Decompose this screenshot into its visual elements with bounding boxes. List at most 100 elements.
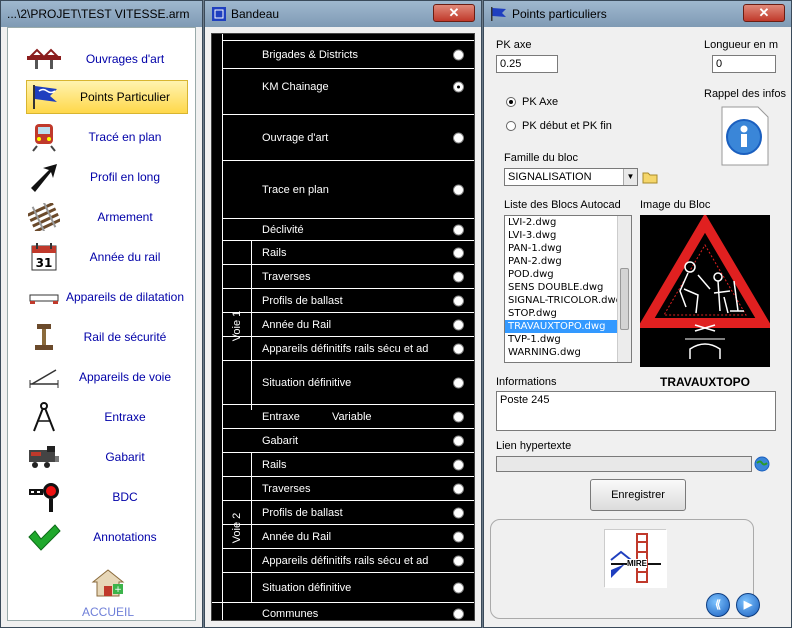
next-button[interactable]: ▶ (736, 593, 760, 617)
info-button[interactable] (720, 105, 770, 167)
list-item[interactable]: WARNING.dwg (505, 346, 631, 359)
row-gabarit[interactable]: Gabarit (222, 428, 474, 452)
menu-item-entraxe[interactable]: Entraxe (26, 400, 188, 434)
row-v1-annee-rail[interactable]: Année du Rail (222, 312, 474, 336)
list-item[interactable]: SIGNAL-TRICOLOR.dwg (505, 294, 631, 307)
close-button[interactable]: ✕ (743, 4, 785, 22)
row-v2-ballast[interactable]: Profils de ballast (222, 500, 474, 524)
list-item-selected[interactable]: TRAVAUXTOPO.dwg (505, 320, 631, 333)
radio-entraxe[interactable] (453, 411, 464, 422)
previous-button[interactable]: ⟪ (706, 593, 730, 617)
list-item[interactable]: SENS DOUBLE.dwg (505, 281, 631, 294)
logo-text: MIRE (627, 559, 647, 568)
row-ouvrage-dart[interactable]: Ouvrage d'art (222, 114, 474, 160)
image-label: Image du Bloc (640, 199, 711, 211)
main-menu-titlebar[interactable]: ...\2\PROJET\TEST VITESSE.arm (1, 1, 202, 27)
radio-v2-traverses[interactable] (453, 483, 464, 494)
menu-item-label: Profil en long (89, 170, 161, 184)
row-brigades[interactable]: Brigades & Districts (222, 40, 474, 68)
row-v2-situation[interactable]: Situation définitive (222, 572, 474, 602)
lien-input[interactable] (496, 456, 752, 472)
menu-item-trace-en-plan[interactable]: Tracé en plan (26, 120, 188, 154)
list-item[interactable]: PAN-2.dwg (505, 255, 631, 268)
menu-item-armement[interactable]: Armement (26, 200, 188, 234)
radio-v1-situation[interactable] (453, 377, 464, 388)
menu-item-gabarit[interactable]: Gabarit (26, 440, 188, 474)
list-item[interactable]: TVP-1.dwg (505, 333, 631, 346)
radio-pk-debut-fin[interactable]: PK début et PK fin (506, 120, 612, 132)
menu-item-label: Ouvrages d'art (85, 52, 165, 66)
list-scrollbar[interactable] (617, 216, 631, 362)
radio-v1-ballast[interactable] (453, 295, 464, 306)
radio-trace-en-plan[interactable] (453, 184, 464, 195)
roadwork-sign-icon (637, 213, 773, 359)
radio-v1-rails[interactable] (453, 247, 464, 258)
row-v1-rails[interactable]: Rails (222, 240, 474, 264)
radio-brigades[interactable] (453, 49, 464, 60)
pk-axe-input[interactable]: 0.25 (496, 55, 558, 73)
menu-item-rail-securite[interactable]: Rail de sécurité (26, 320, 188, 354)
row-label: Traverses (262, 270, 311, 283)
list-item[interactable]: LVI-3.dwg (505, 229, 631, 242)
menu-item-appareils-dilatation[interactable]: Appareils de dilatation (26, 280, 188, 314)
points-titlebar[interactable]: Points particuliers ✕ (484, 1, 791, 27)
radio-v2-situation[interactable] (453, 582, 464, 593)
menu-item-points-particulier[interactable]: Points Particulier (26, 80, 188, 114)
folder-icon[interactable] (642, 171, 658, 187)
save-button[interactable]: Enregistrer (590, 479, 686, 511)
radio-v2-rails[interactable] (453, 459, 464, 470)
row-km-chainage[interactable]: KM Chainage (222, 68, 474, 114)
menu-item-ouvrages[interactable]: Ouvrages d'art (26, 42, 188, 76)
radio-v2-appareils[interactable] (453, 555, 464, 566)
row-v2-annee-rail[interactable]: Année du Rail (222, 524, 474, 548)
row-v2-rails[interactable]: Rails (222, 452, 474, 476)
radio-v2-ballast[interactable] (453, 507, 464, 518)
radio-v1-annee-rail[interactable] (453, 319, 464, 330)
list-item[interactable]: POD.dwg (505, 268, 631, 281)
scrollbar-thumb[interactable] (620, 268, 629, 330)
row-v1-ballast[interactable]: Profils de ballast (222, 288, 474, 312)
list-item[interactable]: LVI-2.dwg (505, 216, 631, 229)
radio-gabarit[interactable] (453, 435, 464, 446)
radio-pk-axe[interactable]: PK Axe (506, 96, 558, 108)
menu-item-profil-en-long[interactable]: Profil en long (26, 160, 188, 194)
radio-declivite[interactable] (453, 224, 464, 235)
menu-item-appareils-voie[interactable]: Appareils de voie (26, 360, 188, 394)
accueil-button[interactable]: + ACCUEIL (68, 568, 148, 619)
row-v1-situation[interactable]: Situation définitive (222, 360, 474, 404)
row-v1-appareils[interactable]: Appareils définitifs rails sécu et ad (222, 336, 474, 360)
radio-v1-appareils[interactable] (453, 343, 464, 354)
row-entraxe[interactable]: Entraxe Variable (222, 404, 474, 428)
row-label: Année du Rail (262, 318, 332, 331)
flag-icon (27, 82, 63, 112)
informations-textarea[interactable]: Poste 245 (496, 391, 776, 431)
longueur-input[interactable]: 0 (712, 55, 776, 73)
close-button[interactable]: ✕ (433, 4, 475, 22)
famille-select[interactable]: SIGNALISATION ▼ (504, 168, 638, 186)
menu-item-label: BDC (112, 490, 138, 504)
track-icon (26, 202, 62, 232)
radio-v1-traverses[interactable] (453, 271, 464, 282)
row-communes[interactable]: Communes (212, 602, 474, 624)
radio-ouvrage-dart[interactable] (453, 132, 464, 143)
switch-icon (26, 362, 62, 392)
radio-km-chainage[interactable] (453, 81, 464, 93)
row-trace-en-plan[interactable]: Trace en plan (222, 160, 474, 218)
menu-item-bdc[interactable]: BDC (26, 480, 188, 514)
list-item[interactable]: STOP.dwg (505, 307, 631, 320)
row-label: Traverses (262, 482, 311, 495)
globe-link-icon[interactable] (754, 456, 770, 475)
row-v2-appareils[interactable]: Appareils définitifs rails sécu et ad (222, 548, 474, 572)
list-item[interactable]: PAN-1.dwg (505, 242, 631, 255)
menu-item-annotations[interactable]: Annotations (26, 520, 188, 554)
blocks-list[interactable]: LVI-2.dwg LVI-3.dwg PAN-1.dwg PAN-2.dwg … (504, 215, 632, 363)
radio-v2-annee-rail[interactable] (453, 531, 464, 542)
bandeau-titlebar[interactable]: Bandeau ✕ (205, 1, 481, 27)
menu-item-annee-du-rail[interactable]: 31 Année du rail (26, 240, 188, 274)
row-v2-traverses[interactable]: Traverses (222, 476, 474, 500)
row-label: Appareils définitifs rails sécu et ad (262, 342, 429, 355)
radio-communes[interactable] (453, 608, 464, 619)
row-v1-traverses[interactable]: Traverses (222, 264, 474, 288)
row-label: Appareils définitifs rails sécu et ad (262, 554, 429, 567)
row-declivite[interactable]: Déclivité (222, 218, 474, 240)
